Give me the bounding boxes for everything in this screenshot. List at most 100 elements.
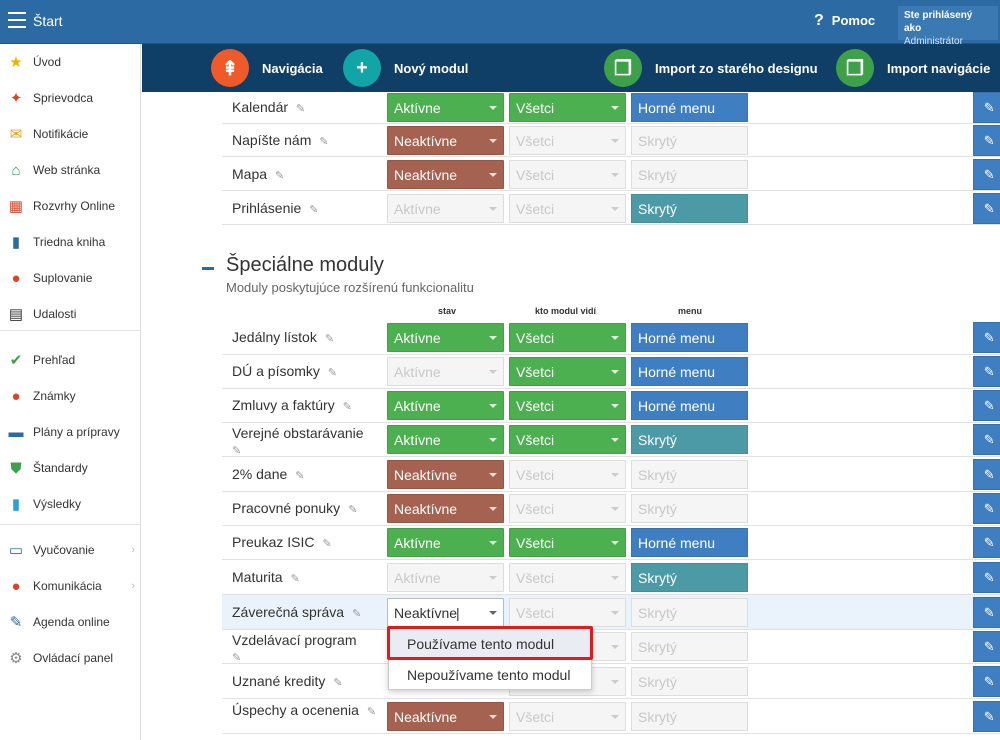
help-link[interactable]: ? Pomoc	[814, 12, 875, 30]
pencil-icon[interactable]: ✎	[232, 445, 241, 457]
menu-select[interactable]: Skrytý	[631, 460, 748, 489]
pencil-icon[interactable]: ✎	[325, 333, 334, 345]
stav-select[interactable]: Neaktívne	[387, 460, 504, 489]
sidebar-item-4[interactable]: ⌂ Web stránka	[0, 152, 141, 188]
menu-select[interactable]: Skrytý	[631, 563, 748, 592]
menu-select[interactable]: Horné menu	[631, 391, 748, 420]
edit-button[interactable]: ✎UPRAVIŤ	[973, 493, 1000, 524]
edit-button[interactable]: ✎UPRAVIŤ	[973, 527, 1000, 558]
pencil-icon[interactable]: ✎	[322, 538, 331, 550]
dropdown-option-not-use[interactable]: Nepoužívame tento modul	[389, 660, 591, 689]
edit-button[interactable]: ✎UPRAVIŤ	[973, 597, 1000, 628]
sidebar-item-5[interactable]: ▦ Rozvrhy Online	[0, 188, 141, 224]
pencil-icon[interactable]: ✎	[343, 401, 352, 413]
visibility-select[interactable]: Všetci	[509, 323, 626, 352]
new-module-button[interactable]: + Nový modul	[343, 48, 468, 88]
menu-select[interactable]: Horné menu	[631, 357, 748, 386]
sidebar-item-15[interactable]: ● Komunikácia ›	[0, 568, 141, 604]
menu-select[interactable]: Skrytý	[631, 702, 748, 731]
stav-select[interactable]: Neaktívne	[387, 494, 504, 523]
sidebar-item-11[interactable]: ▬ Plány a prípravy	[0, 414, 141, 450]
menu-select[interactable]: Skrytý	[631, 194, 748, 223]
edit-button[interactable]: ✎UPRAVIŤ	[973, 562, 1000, 593]
user-badge[interactable]: Ste prihlásený ako Administrátor	[898, 6, 998, 47]
visibility-select[interactable]: Všetci	[509, 460, 626, 489]
stav-select[interactable]: Aktívne	[387, 563, 504, 592]
sidebar-item-2[interactable]: ✦ Sprievodca	[0, 80, 141, 116]
stav-select[interactable]: Neaktívne	[387, 702, 504, 731]
menu-select[interactable]: Skrytý	[631, 425, 748, 454]
stav-select[interactable]: Aktívne	[387, 323, 504, 352]
sidebar-item-9[interactable]: ✔ Prehľad	[0, 342, 141, 378]
edit-button[interactable]: ✎UPRAVIŤ	[973, 159, 1000, 190]
sidebar-item-14[interactable]: ▭ Vyučovanie ›	[0, 532, 141, 568]
stav-select[interactable]: Aktívne	[387, 528, 504, 557]
visibility-select[interactable]: Všetci	[509, 563, 626, 592]
visibility-select[interactable]: Všetci	[509, 160, 626, 189]
edit-button[interactable]: ✎UPRAVIŤ	[973, 631, 1000, 662]
pencil-icon[interactable]: ✎	[333, 677, 342, 689]
visibility-select[interactable]: Všetci	[509, 598, 626, 627]
sidebar-item-8[interactable]: ▤ Udalosti	[0, 296, 141, 332]
visibility-select[interactable]: Všetci	[509, 194, 626, 223]
visibility-select[interactable]: Všetci	[509, 93, 626, 122]
pencil-icon[interactable]: ✎	[275, 170, 284, 182]
menu-select[interactable]: Skrytý	[631, 598, 748, 627]
visibility-select[interactable]: Všetci	[509, 391, 626, 420]
pencil-icon[interactable]: ✎	[309, 204, 318, 216]
pencil-icon[interactable]: ✎	[352, 608, 361, 620]
stav-select[interactable]: Aktívne	[387, 194, 504, 223]
menu-select[interactable]: Skrytý	[631, 494, 748, 523]
edit-button[interactable]: ✎UPRAVIŤ	[973, 701, 1000, 732]
visibility-select[interactable]: Všetci	[509, 494, 626, 523]
visibility-select[interactable]: Všetci	[509, 702, 626, 731]
menu-select[interactable]: Skrytý	[631, 632, 748, 661]
app-title[interactable]: Štart	[33, 13, 63, 29]
menu-select[interactable]: Horné menu	[631, 323, 748, 352]
sidebar-item-17[interactable]: ⚙ Ovládací panel	[0, 640, 141, 676]
edit-button[interactable]: ✎UPRAVIŤ	[973, 125, 1000, 156]
visibility-select[interactable]: Všetci	[509, 425, 626, 454]
pencil-icon[interactable]: ✎	[367, 706, 376, 718]
menu-select[interactable]: Horné menu	[631, 93, 748, 122]
sidebar-item-13[interactable]: ▮ Výsledky	[0, 486, 141, 522]
stav-select[interactable]: Aktívne	[387, 357, 504, 386]
sidebar-item-3[interactable]: ✉ Notifikácie	[0, 116, 141, 152]
collapse-section-icon[interactable]	[202, 267, 214, 270]
sidebar-item-7[interactable]: ● Suplovanie	[0, 260, 141, 296]
import-navigation-button[interactable]: ❐ Import navigácie	[836, 48, 990, 88]
pencil-icon[interactable]: ✎	[296, 103, 305, 115]
sidebar-item-6[interactable]: ▮ Triedna kniha	[0, 224, 141, 260]
stav-select[interactable]: Aktívne	[387, 425, 504, 454]
edit-button[interactable]: ✎UPRAVIŤ	[973, 666, 1000, 697]
pencil-icon[interactable]: ✎	[348, 504, 357, 516]
menu-select[interactable]: Skrytý	[631, 160, 748, 189]
stav-select[interactable]: Neaktívne	[387, 126, 504, 155]
stav-select[interactable]: Neaktívne |	[387, 598, 504, 627]
stav-select[interactable]: Aktívne	[387, 391, 504, 420]
edit-button[interactable]: ✎UPRAVIŤ	[973, 459, 1000, 490]
pencil-icon[interactable]: ✎	[295, 470, 304, 482]
pencil-icon[interactable]: ✎	[328, 367, 337, 379]
stav-select[interactable]: Aktívne	[387, 93, 504, 122]
visibility-select[interactable]: Všetci	[509, 528, 626, 557]
edit-button[interactable]: ✎UPRAVIŤ	[973, 390, 1000, 421]
menu-select[interactable]: Skrytý	[631, 126, 748, 155]
pencil-icon[interactable]: ✎	[291, 573, 300, 585]
edit-button[interactable]: ✎UPRAVIŤ	[973, 92, 1000, 123]
visibility-select[interactable]: Všetci	[509, 126, 626, 155]
visibility-select[interactable]: Všetci	[509, 357, 626, 386]
menu-select[interactable]: Horné menu	[631, 528, 748, 557]
edit-button[interactable]: ✎UPRAVIŤ	[973, 322, 1000, 353]
stav-select[interactable]: Neaktívne	[387, 160, 504, 189]
edit-button[interactable]: ✎UPRAVIŤ	[973, 356, 1000, 387]
edit-button[interactable]: ✎UPRAVIŤ	[973, 424, 1000, 455]
edit-button[interactable]: ✎UPRAVIŤ	[973, 193, 1000, 224]
navigation-button[interactable]: ⇞ Navigácia	[211, 48, 323, 88]
hamburger-menu-icon[interactable]	[8, 12, 26, 30]
sidebar-item-16[interactable]: ✎ Agenda online	[0, 604, 141, 640]
menu-select[interactable]: Skrytý	[631, 667, 748, 696]
sidebar-item-10[interactable]: ● Známky	[0, 378, 141, 414]
import-design-button[interactable]: ❐ Import zo starého designu	[604, 48, 818, 88]
pencil-icon[interactable]: ✎	[232, 652, 241, 664]
